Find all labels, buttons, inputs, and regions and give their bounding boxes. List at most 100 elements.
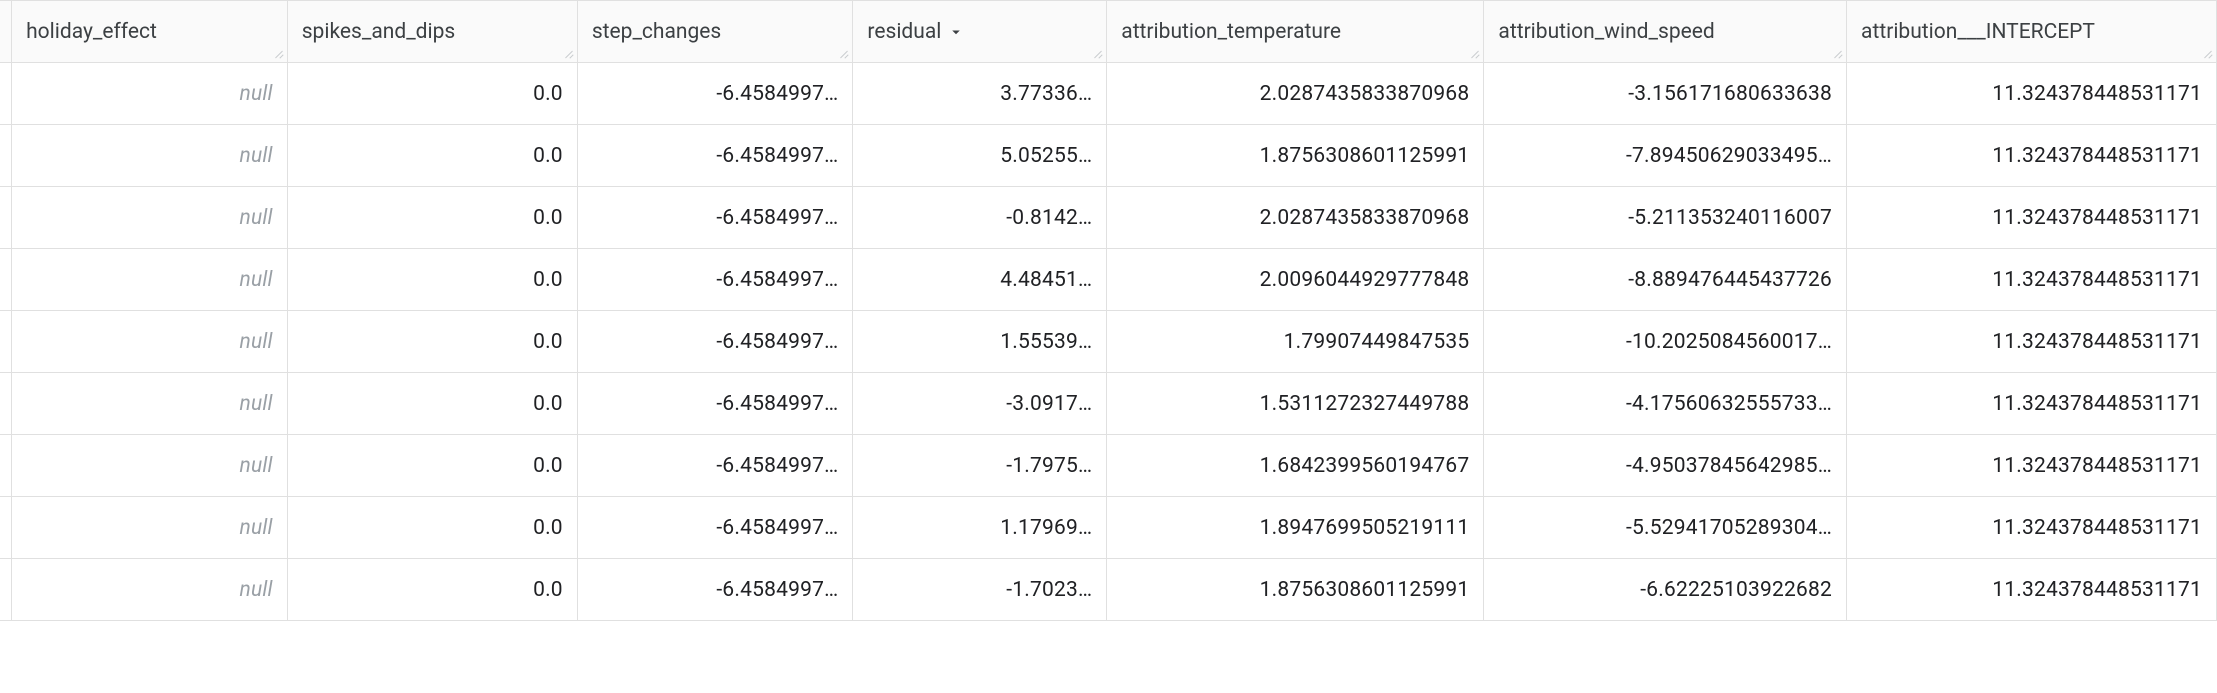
column-resize-handle[interactable] bbox=[1830, 46, 1842, 58]
cell-attribution___INTERCEPT[interactable]: 11.324378448531171 bbox=[1847, 311, 2217, 373]
cell-attribution_temperature[interactable]: 1.79907449847535 bbox=[1107, 311, 1484, 373]
leading-stub bbox=[0, 249, 12, 311]
cell-holiday_effect[interactable]: null bbox=[12, 249, 288, 311]
cell-step_changes[interactable]: -6.4584997… bbox=[577, 559, 853, 621]
cell-spikes_and_dips[interactable]: 0.0 bbox=[287, 373, 577, 435]
cell-step_changes[interactable]: -6.4584997… bbox=[577, 125, 853, 187]
col-header-step_changes[interactable]: step_changes bbox=[577, 1, 853, 63]
cell-holiday_effect[interactable]: null bbox=[12, 63, 288, 125]
table-row[interactable]: null0.0-6.4584997…1.55539…1.799074498475… bbox=[0, 311, 2217, 373]
table-row[interactable]: null0.0-6.4584997…-1.7975…1.684239956019… bbox=[0, 435, 2217, 497]
cell-attribution___INTERCEPT[interactable]: 11.324378448531171 bbox=[1847, 63, 2217, 125]
cell-spikes_and_dips[interactable]: 0.0 bbox=[287, 497, 577, 559]
cell-attribution_temperature[interactable]: 1.6842399560194767 bbox=[1107, 435, 1484, 497]
cell-attribution___INTERCEPT[interactable]: 11.324378448531171 bbox=[1847, 559, 2217, 621]
cell-step_changes[interactable]: -6.4584997… bbox=[577, 435, 853, 497]
column-resize-handle[interactable] bbox=[1467, 46, 1479, 58]
cell-attribution_temperature[interactable]: 2.0287435833870968 bbox=[1107, 63, 1484, 125]
cell-attribution_wind_speed[interactable]: -10.2025084560017… bbox=[1484, 311, 1847, 373]
cell-step_changes[interactable]: -6.4584997… bbox=[577, 311, 853, 373]
cell-attribution_wind_speed[interactable]: -8.889476445437726 bbox=[1484, 249, 1847, 311]
cell-attribution_wind_speed[interactable]: -3.156171680633638 bbox=[1484, 63, 1847, 125]
cell-attribution_wind_speed[interactable]: -6.62225103922682 bbox=[1484, 559, 1847, 621]
cell-attribution_wind_speed[interactable]: -5.52941705289304… bbox=[1484, 497, 1847, 559]
cell-holiday_effect[interactable]: null bbox=[12, 435, 288, 497]
results-table: holiday_effect spikes_and_dips step_change… bbox=[0, 0, 2217, 621]
cell-attribution_temperature[interactable]: 2.0287435833870968 bbox=[1107, 187, 1484, 249]
cell-residual[interactable]: -1.7975… bbox=[853, 435, 1107, 497]
cell-attribution_temperature[interactable]: 1.8756308601125991 bbox=[1107, 559, 1484, 621]
cell-attribution___INTERCEPT[interactable]: 11.324378448531171 bbox=[1847, 187, 2217, 249]
cell-attribution_temperature[interactable]: 2.0096044929777848 bbox=[1107, 249, 1484, 311]
cell-residual[interactable]: 4.48451… bbox=[853, 249, 1107, 311]
cell-holiday_effect[interactable]: null bbox=[12, 125, 288, 187]
column-resize-handle[interactable] bbox=[561, 46, 573, 58]
cell-attribution_wind_speed[interactable]: -4.17560632555733… bbox=[1484, 373, 1847, 435]
cell-holiday_effect[interactable]: null bbox=[12, 373, 288, 435]
column-resize-handle[interactable] bbox=[836, 46, 848, 58]
col-header-attribution___INTERCEPT[interactable]: attribution___INTERCEPT bbox=[1847, 1, 2217, 63]
table-row[interactable]: null0.0-6.4584997…-1.7023…1.875630860112… bbox=[0, 559, 2217, 621]
table-row[interactable]: null0.0-6.4584997…1.17969…1.894769950521… bbox=[0, 497, 2217, 559]
cell-attribution___INTERCEPT[interactable]: 11.324378448531171 bbox=[1847, 497, 2217, 559]
cell-attribution___INTERCEPT[interactable]: 11.324378448531171 bbox=[1847, 373, 2217, 435]
table-row[interactable]: null0.0-6.4584997…5.05255…1.875630860112… bbox=[0, 125, 2217, 187]
col-header-label: residual bbox=[867, 20, 941, 44]
cell-spikes_and_dips[interactable]: 0.0 bbox=[287, 125, 577, 187]
cell-holiday_effect[interactable]: null bbox=[12, 311, 288, 373]
column-resize-handle[interactable] bbox=[2200, 46, 2212, 58]
leading-stub bbox=[0, 187, 12, 249]
leading-stub bbox=[0, 1, 12, 63]
cell-residual[interactable]: -0.8142… bbox=[853, 187, 1107, 249]
table-row[interactable]: null0.0-6.4584997…4.48451…2.009604492977… bbox=[0, 249, 2217, 311]
cell-step_changes[interactable]: -6.4584997… bbox=[577, 63, 853, 125]
col-header-label: spikes_and_dips bbox=[302, 20, 456, 44]
cell-residual[interactable]: 1.17969… bbox=[853, 497, 1107, 559]
cell-spikes_and_dips[interactable]: 0.0 bbox=[287, 187, 577, 249]
cell-attribution___INTERCEPT[interactable]: 11.324378448531171 bbox=[1847, 249, 2217, 311]
cell-residual[interactable]: -1.7023… bbox=[853, 559, 1107, 621]
column-resize-handle[interactable] bbox=[271, 46, 283, 58]
cell-attribution_temperature[interactable]: 1.8947699505219111 bbox=[1107, 497, 1484, 559]
cell-residual[interactable]: 3.77336… bbox=[853, 63, 1107, 125]
cell-step_changes[interactable]: -6.4584997… bbox=[577, 497, 853, 559]
col-header-label: attribution_wind_speed bbox=[1498, 20, 1714, 44]
cell-residual[interactable]: -3.0917… bbox=[853, 373, 1107, 435]
cell-holiday_effect[interactable]: null bbox=[12, 559, 288, 621]
cell-attribution_wind_speed[interactable]: -4.95037845642985… bbox=[1484, 435, 1847, 497]
cell-spikes_and_dips[interactable]: 0.0 bbox=[287, 435, 577, 497]
cell-attribution_wind_speed[interactable]: -5.211353240116007 bbox=[1484, 187, 1847, 249]
cell-attribution___INTERCEPT[interactable]: 11.324378448531171 bbox=[1847, 435, 2217, 497]
leading-stub bbox=[0, 373, 12, 435]
cell-spikes_and_dips[interactable]: 0.0 bbox=[287, 311, 577, 373]
cell-attribution_temperature[interactable]: 1.8756308601125991 bbox=[1107, 125, 1484, 187]
cell-attribution_wind_speed[interactable]: -7.89450629033495… bbox=[1484, 125, 1847, 187]
table-header: holiday_effect spikes_and_dips step_change… bbox=[0, 1, 2217, 63]
column-resize-handle[interactable] bbox=[1090, 46, 1102, 58]
leading-stub bbox=[0, 63, 12, 125]
cell-attribution___INTERCEPT[interactable]: 11.324378448531171 bbox=[1847, 125, 2217, 187]
table-row[interactable]: null0.0-6.4584997…3.77336…2.028743583387… bbox=[0, 63, 2217, 125]
col-header-attribution_wind_speed[interactable]: attribution_wind_speed bbox=[1484, 1, 1847, 63]
cell-spikes_and_dips[interactable]: 0.0 bbox=[287, 63, 577, 125]
col-header-holiday_effect[interactable]: holiday_effect bbox=[12, 1, 288, 63]
leading-stub bbox=[0, 125, 12, 187]
col-header-label: attribution_temperature bbox=[1121, 20, 1341, 44]
col-header-residual[interactable]: residual bbox=[853, 1, 1107, 63]
table-row[interactable]: null0.0-6.4584997…-0.8142…2.028743583387… bbox=[0, 187, 2217, 249]
cell-step_changes[interactable]: -6.4584997… bbox=[577, 249, 853, 311]
cell-step_changes[interactable]: -6.4584997… bbox=[577, 373, 853, 435]
table-row[interactable]: null0.0-6.4584997…-3.0917…1.531127232744… bbox=[0, 373, 2217, 435]
cell-attribution_temperature[interactable]: 1.5311272327449788 bbox=[1107, 373, 1484, 435]
cell-spikes_and_dips[interactable]: 0.0 bbox=[287, 249, 577, 311]
cell-holiday_effect[interactable]: null bbox=[12, 187, 288, 249]
col-header-spikes_and_dips[interactable]: spikes_and_dips bbox=[287, 1, 577, 63]
cell-spikes_and_dips[interactable]: 0.0 bbox=[287, 559, 577, 621]
cell-step_changes[interactable]: -6.4584997… bbox=[577, 187, 853, 249]
cell-holiday_effect[interactable]: null bbox=[12, 497, 288, 559]
cell-residual[interactable]: 5.05255… bbox=[853, 125, 1107, 187]
col-header-label: holiday_effect bbox=[26, 20, 157, 44]
leading-stub bbox=[0, 497, 12, 559]
cell-residual[interactable]: 1.55539… bbox=[853, 311, 1107, 373]
col-header-attribution_temperature[interactable]: attribution_temperature bbox=[1107, 1, 1484, 63]
